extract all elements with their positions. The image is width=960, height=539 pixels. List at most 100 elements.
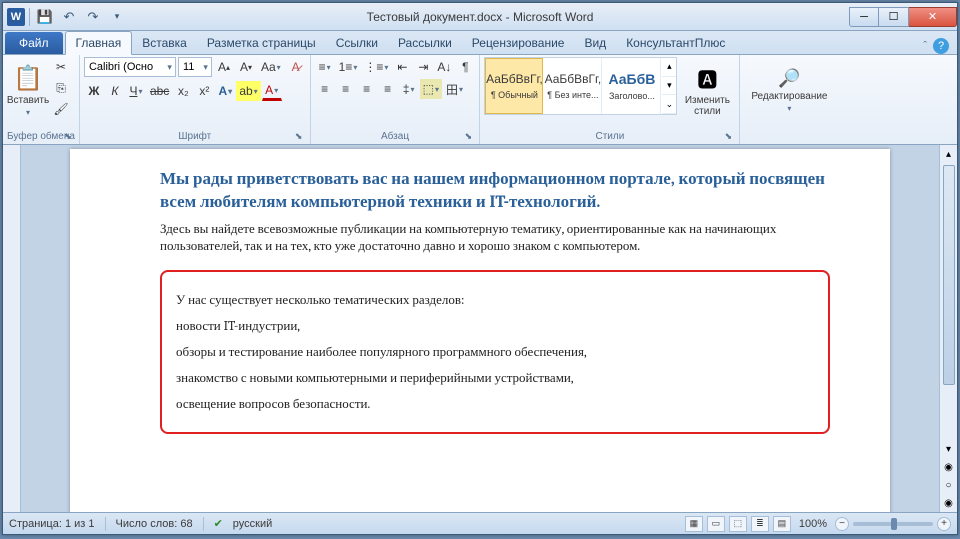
doc-heading[interactable]: Мы рады приветствовать вас на нашем инфо…: [160, 169, 830, 215]
save-icon[interactable]: 💾: [34, 6, 56, 28]
scroll-up-icon[interactable]: ▴: [940, 145, 957, 163]
styles-launcher-icon[interactable]: ⬊: [722, 131, 734, 143]
italic-icon[interactable]: К: [105, 81, 125, 101]
font-color-icon[interactable]: A▾: [262, 81, 282, 101]
paste-icon: 📋: [13, 64, 43, 93]
document-area: Мы рады приветствовать вас на нашем инфо…: [3, 145, 957, 512]
decrease-indent-icon[interactable]: ⇤: [392, 57, 412, 77]
align-center-icon[interactable]: ≡: [336, 79, 356, 99]
zoom-slider[interactable]: [853, 522, 933, 526]
tab-references[interactable]: Ссылки: [326, 32, 388, 54]
page[interactable]: Мы рады приветствовать вас на нашем инфо…: [70, 149, 890, 512]
status-lang[interactable]: русский: [233, 518, 272, 530]
help-icon[interactable]: ?: [933, 38, 949, 54]
underline-icon[interactable]: Ч▾: [126, 81, 146, 101]
line-spacing-icon[interactable]: ‡▾: [399, 79, 419, 99]
box-line[interactable]: новости IT-индустрии,: [176, 318, 814, 334]
tab-mailings[interactable]: Рассылки: [388, 32, 462, 54]
web-layout-icon[interactable]: ⬚: [729, 516, 747, 532]
superscript-icon[interactable]: x²: [194, 81, 214, 101]
bullets-icon[interactable]: ≡▾: [315, 57, 335, 77]
change-case-icon[interactable]: Aa▾: [258, 57, 284, 77]
highlight-icon[interactable]: ab▾: [236, 81, 260, 101]
app-window: W 💾 ↶ ↷ ▾ Тестовый документ.docx - Micro…: [2, 2, 958, 535]
vertical-scrollbar[interactable]: ▴ ▾ ◉ ○ ◉: [939, 145, 957, 512]
close-button[interactable]: ✕: [909, 7, 957, 27]
borders-icon[interactable]: 田▾: [443, 79, 466, 99]
shading-icon[interactable]: ⬚▾: [420, 79, 442, 99]
format-painter-icon[interactable]: 🖌: [51, 99, 71, 119]
ribbon-tabs: Файл Главная Вставка Разметка страницы С…: [3, 31, 957, 55]
numbering-icon[interactable]: 1≡▾: [336, 57, 361, 77]
font-size-combo[interactable]: 11: [178, 57, 212, 77]
align-right-icon[interactable]: ≡: [357, 79, 377, 99]
scroll-thumb[interactable]: [943, 165, 955, 385]
minimize-button[interactable]: ─: [849, 7, 879, 27]
zoom-level[interactable]: 100%: [799, 518, 827, 530]
cut-icon[interactable]: ✂: [51, 57, 71, 77]
bold-icon[interactable]: Ж: [84, 81, 104, 101]
style-normal[interactable]: АаБбВвГг, ¶ Обычный: [485, 58, 543, 114]
status-page[interactable]: Страница: 1 из 1: [9, 518, 95, 530]
box-line[interactable]: У нас существует несколько тематических …: [176, 292, 814, 308]
tab-consultant[interactable]: КонсультантПлюс: [616, 32, 735, 54]
sort-icon[interactable]: A↓: [434, 57, 454, 77]
box-line[interactable]: освещение вопросов безопасности.: [176, 396, 814, 412]
tab-page-layout[interactable]: Разметка страницы: [197, 32, 326, 54]
highlighted-box[interactable]: У нас существует несколько тематических …: [160, 270, 830, 434]
next-page-icon[interactable]: ◉: [940, 494, 957, 512]
style-heading1[interactable]: АаБбВ Заголово...: [603, 58, 661, 114]
status-words[interactable]: Число слов: 68: [116, 518, 193, 530]
clipboard-launcher-icon[interactable]: ⬊: [62, 131, 74, 143]
tab-insert[interactable]: Вставка: [132, 32, 197, 54]
tab-review[interactable]: Рецензирование: [462, 32, 575, 54]
doc-paragraph[interactable]: Здесь вы найдете всевозможные публикации…: [160, 221, 830, 256]
outline-icon[interactable]: ≣: [751, 516, 769, 532]
multilevel-icon[interactable]: ⋮≡▾: [361, 57, 391, 77]
prev-page-icon[interactable]: ◉: [940, 458, 957, 476]
separator: [29, 8, 30, 26]
text-effects-icon[interactable]: A▾: [215, 81, 235, 101]
editing-button[interactable]: 🔎 Редактирование ▾: [744, 57, 834, 123]
tab-home[interactable]: Главная: [65, 31, 133, 55]
paste-button[interactable]: 📋 Вставить ▾: [7, 57, 49, 123]
grow-font-icon[interactable]: A▴: [214, 57, 234, 77]
word-icon[interactable]: W: [7, 8, 25, 26]
undo-icon[interactable]: ↶: [58, 6, 80, 28]
box-line[interactable]: обзоры и тестирование наиболее популярно…: [176, 344, 814, 360]
box-line[interactable]: знакомство с новыми компьютерными и пери…: [176, 370, 814, 386]
increase-indent-icon[interactable]: ⇥: [413, 57, 433, 77]
show-marks-icon[interactable]: ¶: [455, 57, 475, 77]
clear-format-icon[interactable]: A̷: [286, 57, 306, 77]
font-launcher-icon[interactable]: ⬊: [293, 131, 305, 143]
font-name-combo[interactable]: Calibri (Осно: [84, 57, 176, 77]
copy-icon[interactable]: ⎘: [51, 78, 71, 98]
proofing-icon[interactable]: ✔: [214, 517, 223, 530]
justify-icon[interactable]: ≡: [378, 79, 398, 99]
zoom-in-icon[interactable]: +: [937, 517, 951, 531]
styles-down-icon[interactable]: ▾: [662, 77, 676, 96]
styles-more-icon[interactable]: ⌄: [662, 95, 676, 114]
tab-view[interactable]: Вид: [574, 32, 616, 54]
print-layout-icon[interactable]: ▦: [685, 516, 703, 532]
shrink-font-icon[interactable]: A▾: [236, 57, 256, 77]
zoom-out-icon[interactable]: −: [835, 517, 849, 531]
redo-icon[interactable]: ↷: [82, 6, 104, 28]
align-left-icon[interactable]: ≡: [315, 79, 335, 99]
qat-customize-icon[interactable]: ▾: [106, 6, 128, 28]
change-styles-button[interactable]: 🅰 Изменить стили: [679, 57, 735, 123]
strike-icon[interactable]: abc: [147, 81, 172, 101]
style-no-spacing[interactable]: АаБбВвГг, ¶ Без инте...: [544, 58, 602, 114]
subscript-icon[interactable]: x₂: [173, 81, 193, 101]
browse-object-icon[interactable]: ○: [940, 476, 957, 494]
styles-up-icon[interactable]: ▴: [662, 58, 676, 77]
full-screen-icon[interactable]: ▭: [707, 516, 725, 532]
draft-icon[interactable]: ▤: [773, 516, 791, 532]
file-tab[interactable]: Файл: [5, 32, 63, 54]
minimize-ribbon-icon[interactable]: ˆ: [923, 40, 927, 52]
vertical-ruler[interactable]: [3, 145, 21, 512]
scroll-down-icon[interactable]: ▾: [940, 440, 957, 458]
zoom-thumb[interactable]: [891, 518, 897, 530]
para-launcher-icon[interactable]: ⬊: [462, 131, 474, 143]
maximize-button[interactable]: ☐: [879, 7, 909, 27]
